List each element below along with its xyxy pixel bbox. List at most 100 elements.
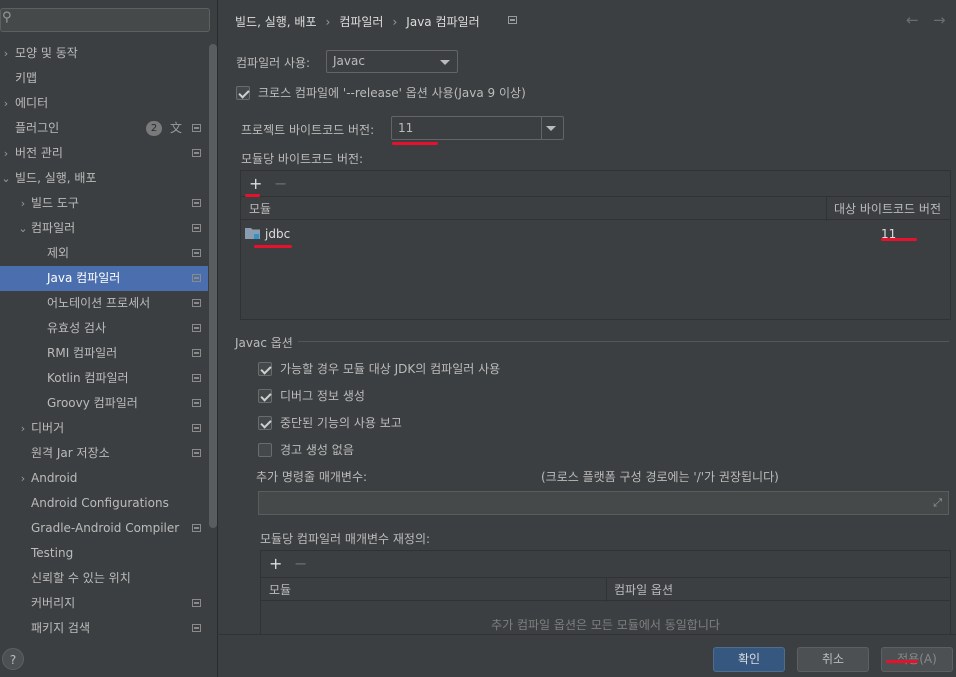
sidebar-item[interactable]: RMI 컴파일러 (0, 341, 208, 366)
ok-button[interactable]: 확인 (713, 647, 785, 672)
sidebar-item[interactable]: › 버전 관리 (0, 141, 208, 166)
sidebar-item[interactable]: 신뢰할 수 있는 위치 (0, 566, 208, 591)
javac-option-label: 경고 생성 없음 (280, 443, 354, 457)
column-target-bytecode[interactable]: 대상 바이트코드 버전 (834, 197, 941, 221)
help-button[interactable]: ? (2, 648, 24, 670)
chevron-right-icon[interactable]: › (18, 466, 28, 491)
sidebar-item[interactable]: 유효성 검사 (0, 316, 208, 341)
chevron-right-icon[interactable]: › (1, 41, 11, 66)
search-icon: ⚲ (2, 10, 12, 25)
sidebar-item[interactable]: ⌄ 컴파일러 (0, 216, 208, 241)
sidebar-item[interactable]: Java 컴파일러 (0, 266, 208, 291)
column-module[interactable]: 모듈 (249, 197, 271, 221)
release-option-checkbox[interactable] (236, 86, 250, 100)
project-settings-icon (192, 374, 201, 382)
sidebar-item-label: 커버리지 (31, 596, 76, 610)
breadcrumb-item-java-compiler: Java 컴파일러 (406, 15, 480, 29)
sidebar-item[interactable]: 플러그인 2 文 (0, 116, 208, 141)
project-settings-icon (192, 349, 201, 357)
sidebar-item-label: 빌드 도구 (31, 196, 79, 210)
project-settings-icon (192, 224, 201, 232)
chevron-down-icon[interactable]: ⌄ (18, 216, 28, 241)
sidebar-item[interactable]: › 빌드 도구 (0, 191, 208, 216)
override-params-label: 모듈당 컴파일러 매개변수 재정의: (260, 532, 431, 546)
breadcrumb-item-build[interactable]: 빌드, 실행, 배포 (235, 14, 317, 30)
chevron-right-icon[interactable]: › (18, 191, 28, 216)
sidebar-item-label: Testing (31, 546, 74, 560)
cancel-button[interactable]: 취소 (797, 647, 869, 672)
remove-module-button[interactable]: − (274, 176, 287, 192)
sidebar-scrollbar[interactable] (209, 44, 217, 528)
compiler-select[interactable]: Javac (326, 50, 458, 73)
sidebar-item[interactable]: Groovy 컴파일러 (0, 391, 208, 416)
column-compile-options[interactable]: 컴파일 옵션 (614, 578, 673, 602)
sidebar-item[interactable]: 패키지 검색 (0, 616, 208, 641)
settings-sidebar: ⚲ › 모양 및 동작 키맵 › 에디터 플러그인 2 文 › 버전 관리 ⌄ 빌드, 실행, 배포 ›… (0, 0, 218, 677)
forward-arrow-icon[interactable]: → (933, 10, 946, 30)
annotation-underline (881, 238, 917, 241)
sidebar-item[interactable]: 원격 Jar 저장소 (0, 441, 208, 466)
module-bytecode-panel: + − 모듈 대상 바이트코드 버전 jdbc 11 (240, 170, 951, 320)
sidebar-item-label: 유효성 검사 (47, 321, 107, 335)
chevron-down-icon[interactable]: ⌄ (1, 166, 11, 191)
additional-args-input[interactable]: ⤢ (258, 491, 949, 515)
sidebar-item-label: Java 컴파일러 (47, 271, 121, 285)
chevron-right-icon[interactable]: › (18, 416, 28, 441)
settings-tree: › 모양 및 동작 키맵 › 에디터 플러그인 2 文 › 버전 관리 ⌄ 빌드, 실행, 배포 › 빌드… (0, 41, 208, 641)
project-settings-icon (192, 524, 201, 532)
sidebar-item[interactable]: › 디버거 (0, 416, 208, 441)
javac-option-label: 중단된 기능의 사용 보고 (280, 416, 402, 430)
javac-option-checkbox[interactable] (258, 362, 272, 376)
sidebar-item-label: RMI 컴파일러 (47, 346, 118, 360)
project-settings-icon (192, 599, 201, 607)
sidebar-item[interactable]: › Android (0, 466, 208, 491)
expand-icon[interactable]: ⤢ (933, 496, 942, 510)
table-row[interactable]: jdbc 11 (241, 223, 950, 247)
module-name: jdbc (265, 227, 291, 241)
sidebar-item[interactable]: 키맵 (0, 66, 208, 91)
javac-option-checkbox[interactable] (258, 443, 272, 457)
sidebar-item-label: 제외 (47, 246, 70, 260)
chevron-right-icon[interactable]: › (1, 141, 11, 166)
settings-search-input[interactable]: ⚲ (0, 8, 210, 32)
chevron-down-icon (440, 60, 450, 65)
sidebar-item-label: Groovy 컴파일러 (47, 396, 138, 410)
breadcrumb-item-compiler[interactable]: 컴파일러 (339, 14, 383, 30)
sidebar-item[interactable]: Android Configurations (0, 491, 208, 516)
sidebar-item[interactable]: Kotlin 컴파일러 (0, 366, 208, 391)
additional-args-hint: (크로스 플랫폼 구성 경로에는 '/'가 권장됩니다) (541, 470, 779, 484)
sidebar-item[interactable]: › 에디터 (0, 91, 208, 116)
project-bytecode-select[interactable]: 11 (391, 116, 564, 140)
project-settings-icon (192, 199, 201, 207)
sidebar-item[interactable]: ⌄ 빌드, 실행, 배포 (0, 166, 208, 191)
project-settings-icon (192, 449, 201, 457)
sidebar-item[interactable]: 커버리지 (0, 591, 208, 616)
sidebar-item-label: 어노테이션 프로세서 (47, 296, 151, 310)
add-module-button[interactable]: + (249, 176, 262, 192)
sidebar-item[interactable]: 제외 (0, 241, 208, 266)
project-settings-icon (192, 274, 201, 282)
javac-option-checkbox[interactable] (258, 416, 272, 430)
chevron-down-icon (546, 126, 556, 131)
chevron-right-icon[interactable]: › (1, 91, 11, 116)
compiler-select-value: Javac (333, 54, 365, 68)
sidebar-item-label: 버전 관리 (15, 146, 63, 160)
sidebar-item-label: 에디터 (15, 96, 49, 110)
empty-table-text: 추가 컴파일 옵션은 모든 모듈에서 동일합니다 (491, 618, 720, 632)
sidebar-item[interactable]: 어노테이션 프로세서 (0, 291, 208, 316)
remove-override-button[interactable]: − (294, 556, 307, 572)
add-override-button[interactable]: + (269, 556, 282, 572)
column-module[interactable]: 모듈 (269, 578, 291, 602)
annotation-underline (886, 660, 918, 663)
project-settings-icon (192, 399, 201, 407)
compiler-use-label: 컴파일러 사용: (236, 56, 311, 70)
javac-option-checkbox[interactable] (258, 389, 272, 403)
sidebar-item[interactable]: Testing (0, 541, 208, 566)
breadcrumb-separator: › (392, 15, 398, 29)
back-arrow-icon[interactable]: ← (906, 10, 919, 30)
sidebar-item[interactable]: › 모양 및 동작 (0, 41, 208, 66)
release-option-label: 크로스 컴파일에 '--release' 옵션 사용(Java 9 이상) (258, 86, 526, 100)
sidebar-item[interactable]: Gradle-Android Compiler (0, 516, 208, 541)
override-table-header: 모듈 컴파일 옵션 (261, 577, 950, 602)
update-count-badge: 2 (146, 121, 162, 136)
